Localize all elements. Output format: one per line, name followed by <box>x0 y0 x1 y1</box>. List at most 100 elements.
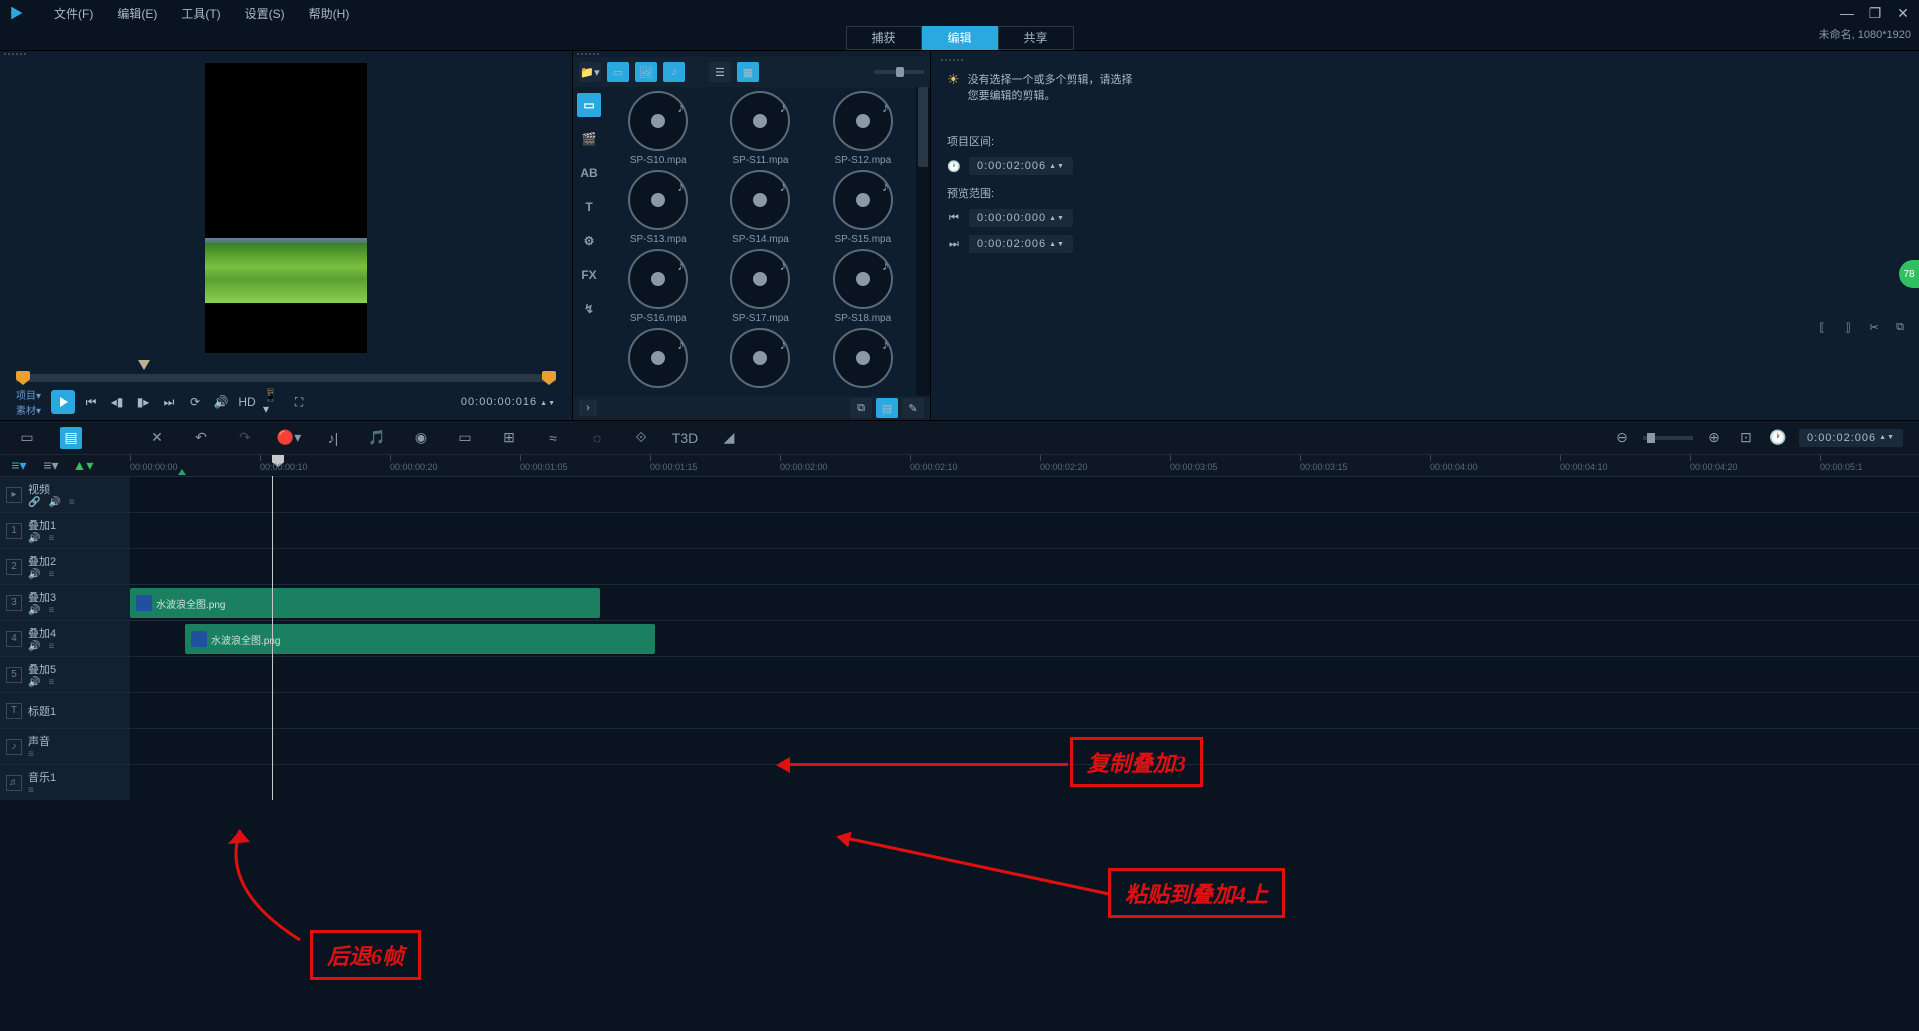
menu-settings[interactable]: 设置(S) <box>233 5 297 22</box>
panel-grip-icon[interactable] <box>937 57 1903 63</box>
speed-button[interactable]: ≈ <box>542 427 564 449</box>
motion-track-button[interactable]: ◉ <box>410 427 432 449</box>
track-lane[interactable] <box>130 693 1919 728</box>
track-header[interactable]: T标题1 <box>0 693 130 728</box>
ruler-marker-icon[interactable] <box>178 469 186 475</box>
track-lane[interactable]: 水波浪全图.png <box>130 621 1919 656</box>
track-list-button[interactable]: ≡▾ <box>8 455 30 477</box>
lib-expand-button[interactable]: › <box>579 400 597 416</box>
close-button[interactable]: ✕ <box>1895 7 1911 19</box>
paint-button[interactable]: ◢ <box>718 427 740 449</box>
library-item[interactable]: SP-S12.mpa <box>814 91 912 166</box>
range-end-field[interactable]: 0:00:02:006▲▼ <box>969 235 1073 253</box>
track-ctrl-icon[interactable]: 🔊 <box>48 497 60 508</box>
menu-help[interactable]: 帮助(H) <box>297 5 362 22</box>
track-ctrl-icon[interactable]: 🔊 <box>28 641 40 652</box>
track-header[interactable]: ♬音乐1≡ <box>0 765 130 800</box>
timeline-clip[interactable]: 水波浪全图.png <box>130 588 600 618</box>
scrub-out-handle[interactable] <box>542 371 556 385</box>
track-ctrl-icon[interactable]: ≡ <box>48 533 54 544</box>
preview-timecode[interactable]: 00:00:00:016▲▼ <box>461 396 556 408</box>
minimize-button[interactable]: — <box>1839 7 1855 19</box>
fit-button[interactable]: ⊡ <box>1735 427 1757 449</box>
split-button[interactable]: ✂ <box>1865 318 1883 336</box>
storyboard-view-button[interactable]: ▭ <box>16 427 38 449</box>
track-lane[interactable] <box>130 549 1919 584</box>
track-header[interactable]: 4叠加4🔊≡ <box>0 621 130 656</box>
multi-view-button[interactable]: ⊞ <box>498 427 520 449</box>
lib-sort-button[interactable]: ▤ <box>876 398 898 418</box>
track-lane[interactable] <box>130 477 1919 512</box>
track-opts-button[interactable]: ≡▾ <box>40 455 62 477</box>
3d-title-button[interactable]: T3D <box>674 427 696 449</box>
loop-button[interactable]: ⟳ <box>185 392 205 412</box>
hd-button[interactable]: HD <box>237 392 257 412</box>
track-header[interactable]: ♪声音≡ <box>0 729 130 764</box>
go-end-button[interactable]: ⏭ <box>159 392 179 412</box>
lib-filter-image-button[interactable]: 🖼 <box>635 62 657 82</box>
library-item[interactable]: SP-S16.mpa <box>609 249 707 324</box>
track-ctrl-icon[interactable]: ≡ <box>48 641 54 652</box>
library-item[interactable]: SP-S13.mpa <box>609 170 707 245</box>
playhead-line[interactable] <box>272 476 273 800</box>
tools-button[interactable]: ✕ <box>146 427 168 449</box>
subtitle-button[interactable]: ▭ <box>454 427 476 449</box>
tab-share[interactable]: 共享 <box>998 26 1074 50</box>
library-item[interactable]: SP-S14.mpa <box>711 170 809 245</box>
tab-edit[interactable]: 编辑 <box>922 26 998 50</box>
track-ctrl-icon[interactable]: 🔗 <box>28 497 40 508</box>
side-badge[interactable]: 78 <box>1899 260 1919 288</box>
library-scrollbar[interactable] <box>916 87 930 396</box>
next-frame-button[interactable]: ▮▸ <box>133 392 153 412</box>
track-ctrl-icon[interactable]: 🔊 <box>28 677 40 688</box>
track-header[interactable]: 5叠加5🔊≡ <box>0 657 130 692</box>
volume-button[interactable]: 🔊 <box>211 392 231 412</box>
library-item[interactable]: SP-S17.mpa <box>711 249 809 324</box>
scrub-in-handle[interactable] <box>16 371 30 385</box>
library-item[interactable]: SP-S10.mpa <box>609 91 707 166</box>
track-ctrl-icon[interactable]: ≡ <box>48 569 54 580</box>
side-templates-button[interactable]: 🎬 <box>577 127 601 151</box>
track-lane[interactable]: 水波浪全图.png <box>130 585 1919 620</box>
lib-filter-audio-button[interactable]: ♪ <box>663 62 685 82</box>
track-header[interactable]: 2叠加2🔊≡ <box>0 549 130 584</box>
range-start-field[interactable]: 0:00:00:000▲▼ <box>969 209 1073 227</box>
preview-canvas[interactable] <box>0 57 572 360</box>
tab-capture[interactable]: 捕获 <box>846 26 922 50</box>
preview-scrubber[interactable] <box>16 374 556 382</box>
track-ctrl-icon[interactable]: ≡ <box>48 605 54 616</box>
library-item[interactable]: SP-S15.mpa <box>814 170 912 245</box>
menu-tools[interactable]: 工具(T) <box>169 5 232 22</box>
zoom-slider[interactable] <box>1643 436 1693 440</box>
track-header[interactable]: ▸视频🔗🔊≡ <box>0 477 130 512</box>
record-button[interactable]: 🔴▾ <box>278 427 300 449</box>
side-path-button[interactable]: ↯ <box>577 297 601 321</box>
lib-list-view-button[interactable]: ☰ <box>709 62 731 82</box>
mixer-button[interactable]: ♪| <box>322 427 344 449</box>
pan-zoom-button[interactable]: ⟐ <box>630 427 652 449</box>
mosaic-button[interactable]: ◌ <box>586 427 608 449</box>
side-title-button[interactable]: T <box>577 195 601 219</box>
track-header[interactable]: 1叠加1🔊≡ <box>0 513 130 548</box>
mode-project-label[interactable]: 项目▾ <box>16 387 41 402</box>
side-media-button[interactable]: ▭ <box>577 93 601 117</box>
track-lane[interactable] <box>130 729 1919 764</box>
lib-filter-video-button[interactable]: ▭ <box>607 62 629 82</box>
mark-in-button[interactable]: ⟦ <box>1813 318 1831 336</box>
go-start-button[interactable]: ⏮ <box>81 392 101 412</box>
thumbnail-size-slider[interactable] <box>874 70 924 74</box>
redo-button[interactable]: ↷ <box>234 427 256 449</box>
undo-button[interactable]: ↶ <box>190 427 212 449</box>
side-subtitle-button[interactable]: AB <box>577 161 601 185</box>
device-button[interactable]: 📱▾ <box>263 392 283 412</box>
track-ctrl-icon[interactable]: ≡ <box>69 497 75 508</box>
zoom-out-button[interactable]: ⊖ <box>1611 427 1633 449</box>
play-button[interactable] <box>51 390 75 414</box>
timeline-view-button[interactable]: ▤ <box>60 427 82 449</box>
mark-out-button[interactable]: ⟧ <box>1839 318 1857 336</box>
auto-music-button[interactable]: 🎵 <box>366 427 388 449</box>
track-ctrl-icon[interactable]: ≡ <box>28 749 34 760</box>
side-overlay-button[interactable]: ⚙ <box>577 229 601 253</box>
zoom-in-button[interactable]: ⊕ <box>1703 427 1725 449</box>
library-item[interactable]: SP-S18.mpa <box>814 249 912 324</box>
